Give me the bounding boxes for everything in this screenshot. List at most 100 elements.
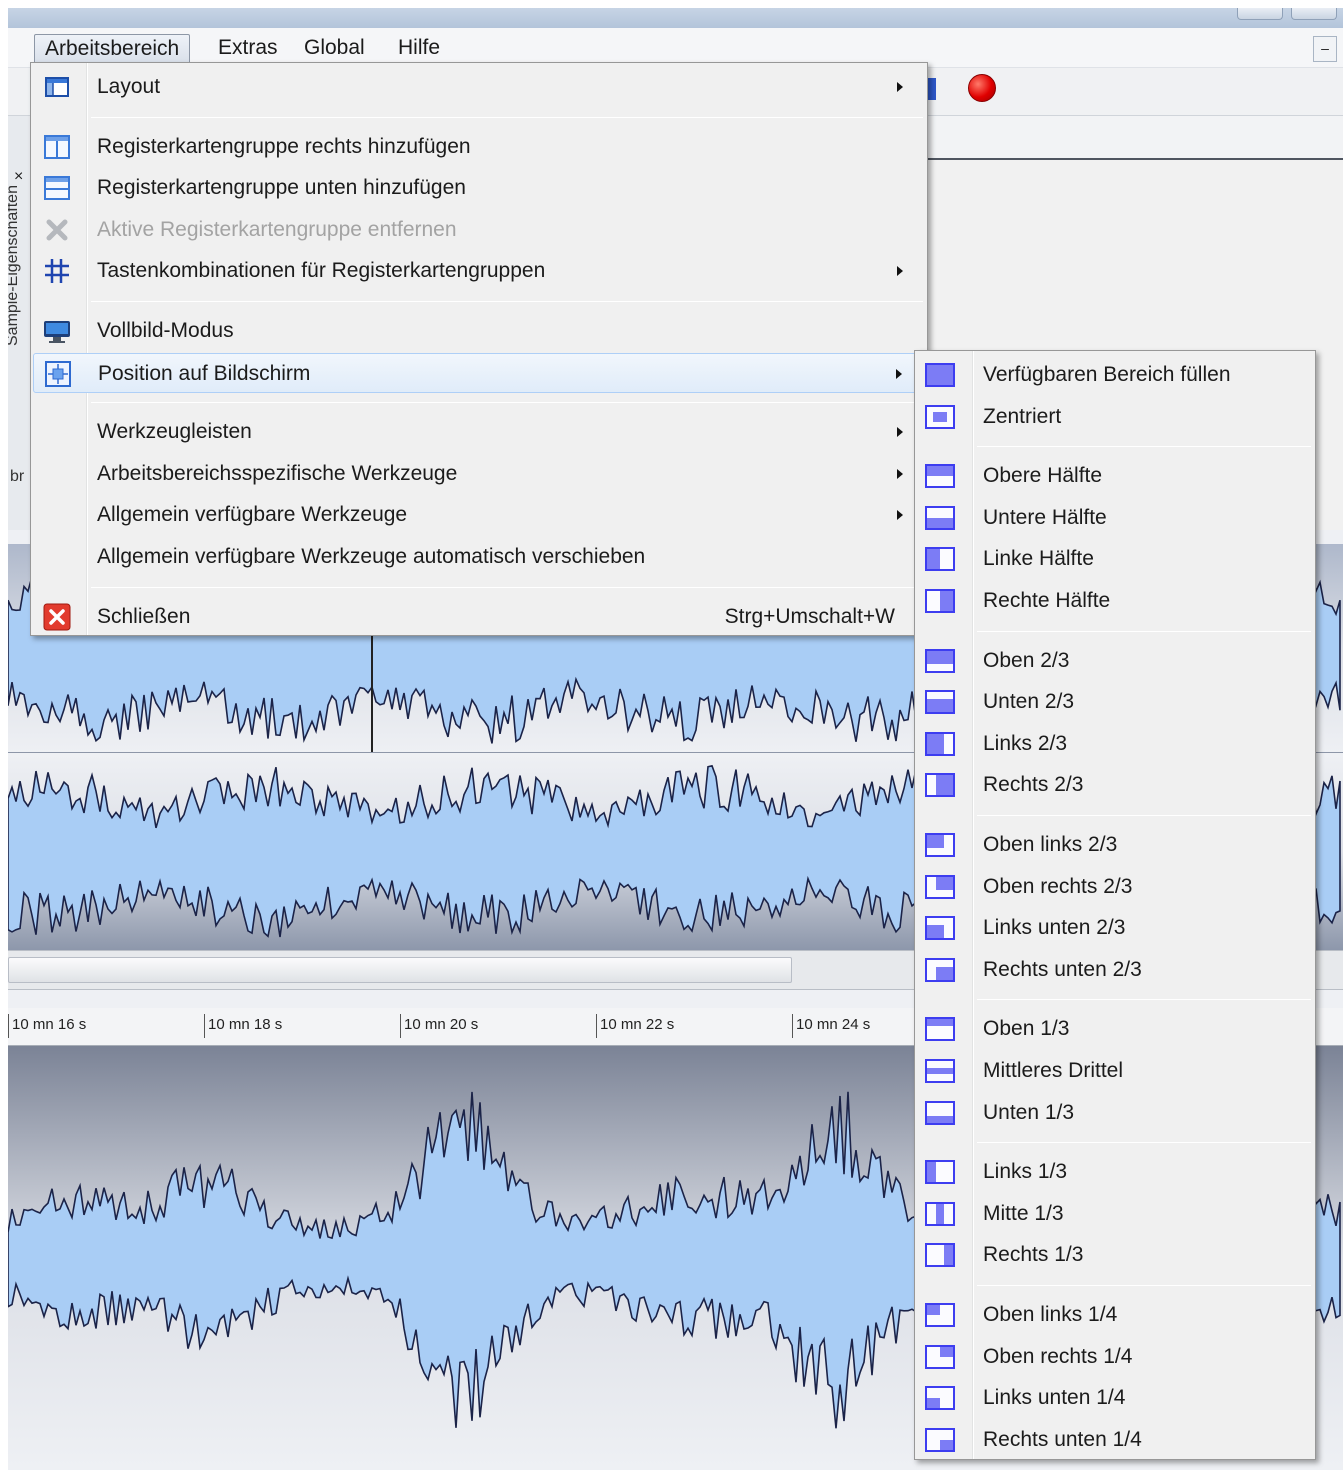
window-position-top-half-icon (925, 464, 955, 489)
menu-item-oben-1-3[interactable]: Oben 1/3 (917, 1009, 1313, 1049)
window-position-top-1-3-icon (925, 1017, 955, 1042)
menu-item-label: Obere Hälfte (983, 464, 1103, 488)
menu-item-label: Mitte 1/3 (983, 1201, 1064, 1225)
window-position-bottom-2-3-icon (925, 690, 955, 715)
menu-item-schließen[interactable]: Schließen Strg+Umschalt+W (33, 597, 925, 637)
menu-item-oben-links-2-3[interactable]: Oben links 2/3 (917, 825, 1313, 865)
ruler-tick-label: 10 mn 22 s (596, 1014, 674, 1038)
window-position-bottom-left-1-4-icon (925, 1386, 955, 1411)
menu-hilfe[interactable]: Hilfe (388, 34, 450, 64)
side-panel-fragment: br (10, 468, 25, 485)
menu-item-label: Arbeitsbereichsspezifische Werkzeuge (97, 461, 458, 485)
menu-item-rechts-unten-2-3[interactable]: Rechts unten 2/3 (917, 950, 1313, 990)
window-position-top-right-2-3-icon (925, 874, 955, 899)
menu-item-rechts-2-3[interactable]: Rechts 2/3 (917, 765, 1313, 805)
menu-item-unten-1-3[interactable]: Unten 1/3 (917, 1093, 1313, 1133)
window-position-center-icon (925, 404, 955, 429)
menu-item-label: Registerkartengruppe unten hinzufügen (97, 176, 466, 200)
ruler-tick-label: 10 mn 20 s (400, 1014, 478, 1038)
menu-extras[interactable]: Extras (208, 34, 288, 64)
menu-item-vollbild-modus[interactable]: Vollbild-Modus (33, 311, 925, 351)
menu-item-tastenkombinationen-für-registerkartengruppen[interactable]: Tastenkombinationen für Registerkartengr… (33, 251, 925, 291)
window-position-bottom-1-3-icon (925, 1100, 955, 1125)
scrollbar-thumb[interactable] (8, 957, 792, 983)
menu-item-label: Vollbild-Modus (97, 319, 234, 342)
toolbar-stop-icon[interactable] (928, 78, 936, 100)
menu-item-registerkartengruppe-unten-hinzufügen[interactable]: Registerkartengruppe unten hinzufügen (33, 168, 925, 208)
menu-item-mittleres-drittel[interactable]: Mittleres Drittel (917, 1051, 1313, 1091)
menu-item-rechte-hälfte[interactable]: Rechte Hälfte (917, 581, 1313, 621)
menu-item-links-2-3[interactable]: Links 2/3 (917, 724, 1313, 764)
window-position-right-2-3-icon (925, 773, 955, 798)
menu-item-links-unten-2-3[interactable]: Links unten 2/3 (917, 908, 1313, 948)
menu-item-oben-2-3[interactable]: Oben 2/3 (917, 641, 1313, 681)
window-position-left-1-3-icon (925, 1160, 955, 1185)
menu-item-label: Oben rechts 2/3 (983, 874, 1133, 898)
menu-item-label: Layout (97, 75, 161, 98)
cursor-marker (371, 634, 373, 752)
submenu-arrow-icon (897, 266, 903, 277)
menu-item-allgemein-verfügbare-werkzeuge[interactable]: Allgemein verfügbare Werkzeuge (33, 495, 925, 535)
menu-item-label: Registerkartengruppe rechts hinzufügen (97, 134, 471, 158)
restore-button[interactable]: – (1313, 36, 1337, 62)
ruler-tick-label: 10 mn 16 s (8, 1014, 86, 1038)
menu-item-label: Oben 2/3 (983, 648, 1070, 672)
menu-item-oben-links-1-4[interactable]: Oben links 1/4 (917, 1295, 1313, 1335)
menu-item-registerkartengruppe-rechts-hinzufügen[interactable]: Registerkartengruppe rechts hinzufügen (33, 127, 925, 167)
monitor-icon (41, 316, 73, 346)
window-position-full-icon (925, 363, 955, 387)
grid-shortcuts-icon (41, 256, 73, 286)
menu-item-mitte-1-3[interactable]: Mitte 1/3 (917, 1194, 1313, 1234)
menu-item-links-unten-1-4[interactable]: Links unten 1/4 (917, 1378, 1313, 1418)
menu-item-allgemein-verfügbare-werkzeuge-automatisch-verschieben[interactable]: Allgemein verfügbare Werkzeuge automatis… (33, 537, 925, 577)
window-position-top-left-2-3-icon (925, 833, 955, 857)
submenu-arrow-icon (896, 368, 902, 379)
position-submenu: Verfügbaren Bereich füllen Zentriert Obere… (914, 350, 1316, 1460)
window-position-middle-1-3-icon (925, 1059, 955, 1083)
menu-item-label: Aktive Registerkartengruppe entfernen (97, 217, 457, 241)
menu-item-untere-hälfte[interactable]: Untere Hälfte (917, 498, 1313, 538)
menu-arbeitsbereich[interactable]: Arbeitsbereich (34, 34, 191, 64)
window-position-left-2-3-icon (925, 731, 955, 756)
menu-item-position-auf-bildschirm[interactable]: Position auf Bildschirm (33, 352, 925, 393)
menu-item-label: Oben 1/3 (983, 1017, 1070, 1041)
menu-item-layout[interactable]: Layout (33, 67, 925, 107)
menu-item-werkzeugleisten[interactable]: Werkzeugleisten (33, 412, 925, 452)
menu-item-label: Rechts unten 2/3 (983, 957, 1142, 981)
minimize-button[interactable] (1237, 8, 1283, 20)
menu-item-obere-hälfte[interactable]: Obere Hälfte (917, 456, 1313, 496)
submenu-arrow-icon (897, 82, 903, 92)
menu-item-rechts-unten-1-4[interactable]: Rechts unten 1/4 (917, 1420, 1313, 1460)
window-close-button[interactable] (1291, 8, 1337, 20)
window-position-bottom-right-2-3-icon (925, 957, 955, 982)
menu-item-label: Links 2/3 (983, 731, 1068, 755)
menu-item-arbeitsbereichsspezifische-werkzeuge[interactable]: Arbeitsbereichsspezifische Werkzeuge (33, 454, 925, 494)
window-position-center-1-3-icon (925, 1201, 955, 1226)
window-position-bottom-left-2-3-icon (925, 916, 955, 941)
menu-item-label: Rechts unten 1/4 (983, 1427, 1142, 1451)
submenu-arrow-icon (897, 468, 903, 479)
menu-item-links-1-3[interactable]: Links 1/3 (917, 1152, 1313, 1192)
menu-item-label: Linke Hälfte (983, 547, 1094, 571)
menu-item-rechts-1-3[interactable]: Rechts 1/3 (917, 1235, 1313, 1275)
arbeitsbereich-menu: Layout Registerkartengruppe rechts hinzuf… (30, 62, 928, 636)
menu-separator (977, 446, 1311, 448)
menu-global[interactable]: Global (294, 34, 375, 64)
tabgroup-bottom-icon (41, 173, 73, 203)
side-panel-label[interactable]: Sample-Eigenschaften (8, 185, 22, 346)
menu-item-oben-rechts-1-4[interactable]: Oben rechts 1/4 (917, 1337, 1313, 1377)
menu-item-oben-rechts-2-3[interactable]: Oben rechts 2/3 (917, 867, 1313, 907)
ruler-tick-label: 10 mn 24 s (792, 1014, 870, 1038)
menu-item-label: Unten 1/3 (983, 1100, 1075, 1124)
record-button[interactable] (968, 74, 996, 102)
menu-item-label: Oben rechts 1/4 (983, 1344, 1133, 1368)
menu-item-label: Links unten 1/4 (983, 1386, 1126, 1410)
menu-item-unten-2-3[interactable]: Unten 2/3 (917, 682, 1313, 722)
menu-item-label: Untere Hälfte (983, 505, 1107, 529)
side-panel-close-icon[interactable]: × (14, 168, 23, 186)
menu-item-zentriert[interactable]: Zentriert (917, 397, 1313, 437)
close-red-icon (41, 602, 73, 632)
menu-item-verfügbaren-bereich-füllen[interactable]: Verfügbaren Bereich füllen (917, 355, 1313, 395)
menu-item-label: Zentriert (983, 404, 1062, 428)
menu-item-linke-hälfte[interactable]: Linke Hälfte (917, 539, 1313, 579)
